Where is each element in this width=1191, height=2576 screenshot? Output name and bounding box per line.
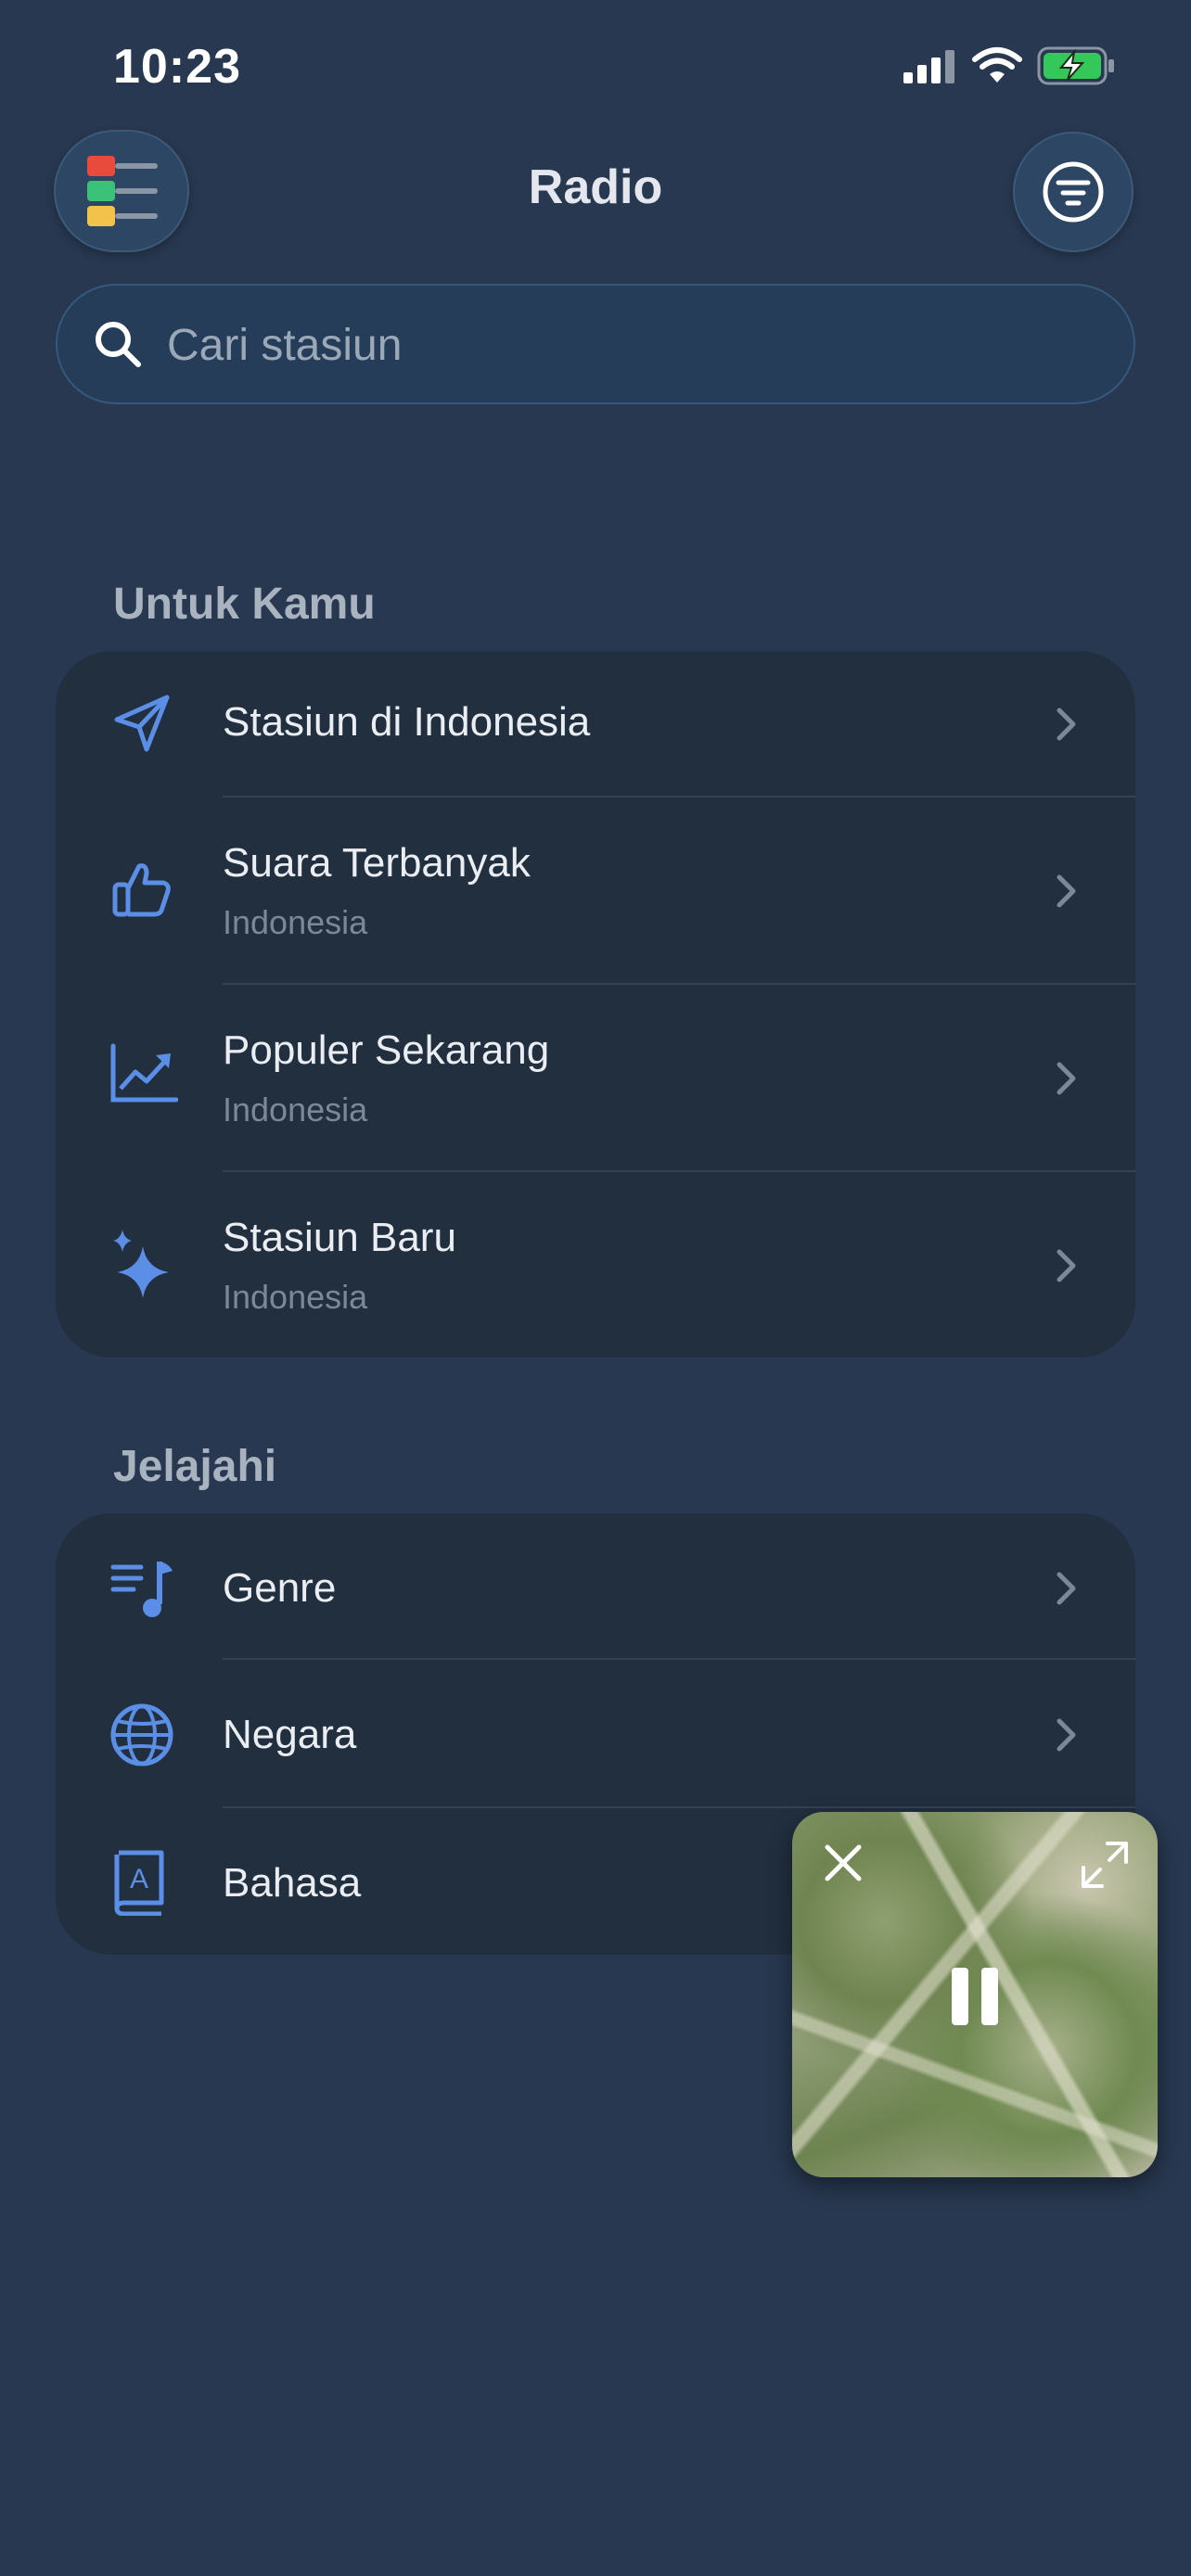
list-item-label: Negara [223, 1712, 357, 1757]
mini-player[interactable] [792, 1812, 1158, 2177]
chevron-right-icon [1057, 1718, 1076, 1752]
battery-charging-icon [1037, 46, 1114, 85]
location-arrow-icon [114, 695, 170, 752]
sparkles-icon [113, 1230, 169, 1298]
cellular-signal-icon [903, 50, 954, 83]
filter-icon [1043, 161, 1104, 223]
chevron-right-icon [1057, 1062, 1076, 1095]
list-item-label: Bahasa [223, 1860, 362, 1906]
search-icon [96, 322, 141, 367]
filter-button[interactable] [1013, 132, 1133, 252]
pause-icon[interactable] [950, 1966, 1000, 2027]
music-list-icon [110, 1562, 173, 1617]
section-title-for-you: Untuk Kamu [113, 580, 376, 629]
for-you-card: Stasiun di Indonesia Suara Terbanyak Ind… [56, 651, 1135, 1358]
list-item-most-voted[interactable]: Suara Terbanyak Indonesia [56, 797, 1135, 983]
list-item-genre[interactable]: Genre [56, 1513, 1135, 1660]
chevron-right-icon [1057, 1572, 1076, 1605]
chevron-right-icon [1057, 874, 1076, 908]
book-icon: A [114, 1850, 164, 1916]
list-item-country[interactable]: Negara [56, 1660, 1135, 1806]
search-input[interactable] [165, 284, 1096, 406]
list-item-subtitle: Indonesia [223, 1090, 368, 1129]
list-item-subtitle: Indonesia [223, 1278, 368, 1316]
list-item-popular-now[interactable]: Populer Sekarang Indonesia [56, 985, 1135, 1170]
list-item-new-stations[interactable]: Stasiun Baru Indonesia [56, 1172, 1135, 1358]
expand-icon[interactable] [1080, 1840, 1130, 1890]
search-bar[interactable] [56, 284, 1135, 406]
section-title-explore: Jelajahi [113, 1442, 277, 1491]
chevron-right-icon [1057, 708, 1076, 741]
chevron-right-icon [1057, 1249, 1076, 1282]
list-item-stations-indonesia[interactable]: Stasiun di Indonesia [56, 651, 1135, 796]
svg-text:A: A [130, 1864, 148, 1894]
list-item-label: Stasiun Baru [223, 1215, 456, 1260]
list-item-label: Stasiun di Indonesia [223, 699, 591, 745]
list-item-label: Suara Terbanyak [223, 840, 531, 886]
thumbs-up-icon [112, 863, 171, 917]
wifi-icon [972, 47, 1022, 83]
status-time: 10:23 [113, 40, 241, 94]
status-bar: 10:23 [0, 0, 1191, 139]
list-item-subtitle: Indonesia [223, 903, 368, 941]
list-item-label: Genre [223, 1565, 337, 1611]
close-icon[interactable] [820, 1840, 866, 1886]
trending-chart-icon [110, 1043, 178, 1103]
list-item-label: Populer Sekarang [223, 1027, 550, 1073]
globe-icon [110, 1703, 173, 1766]
